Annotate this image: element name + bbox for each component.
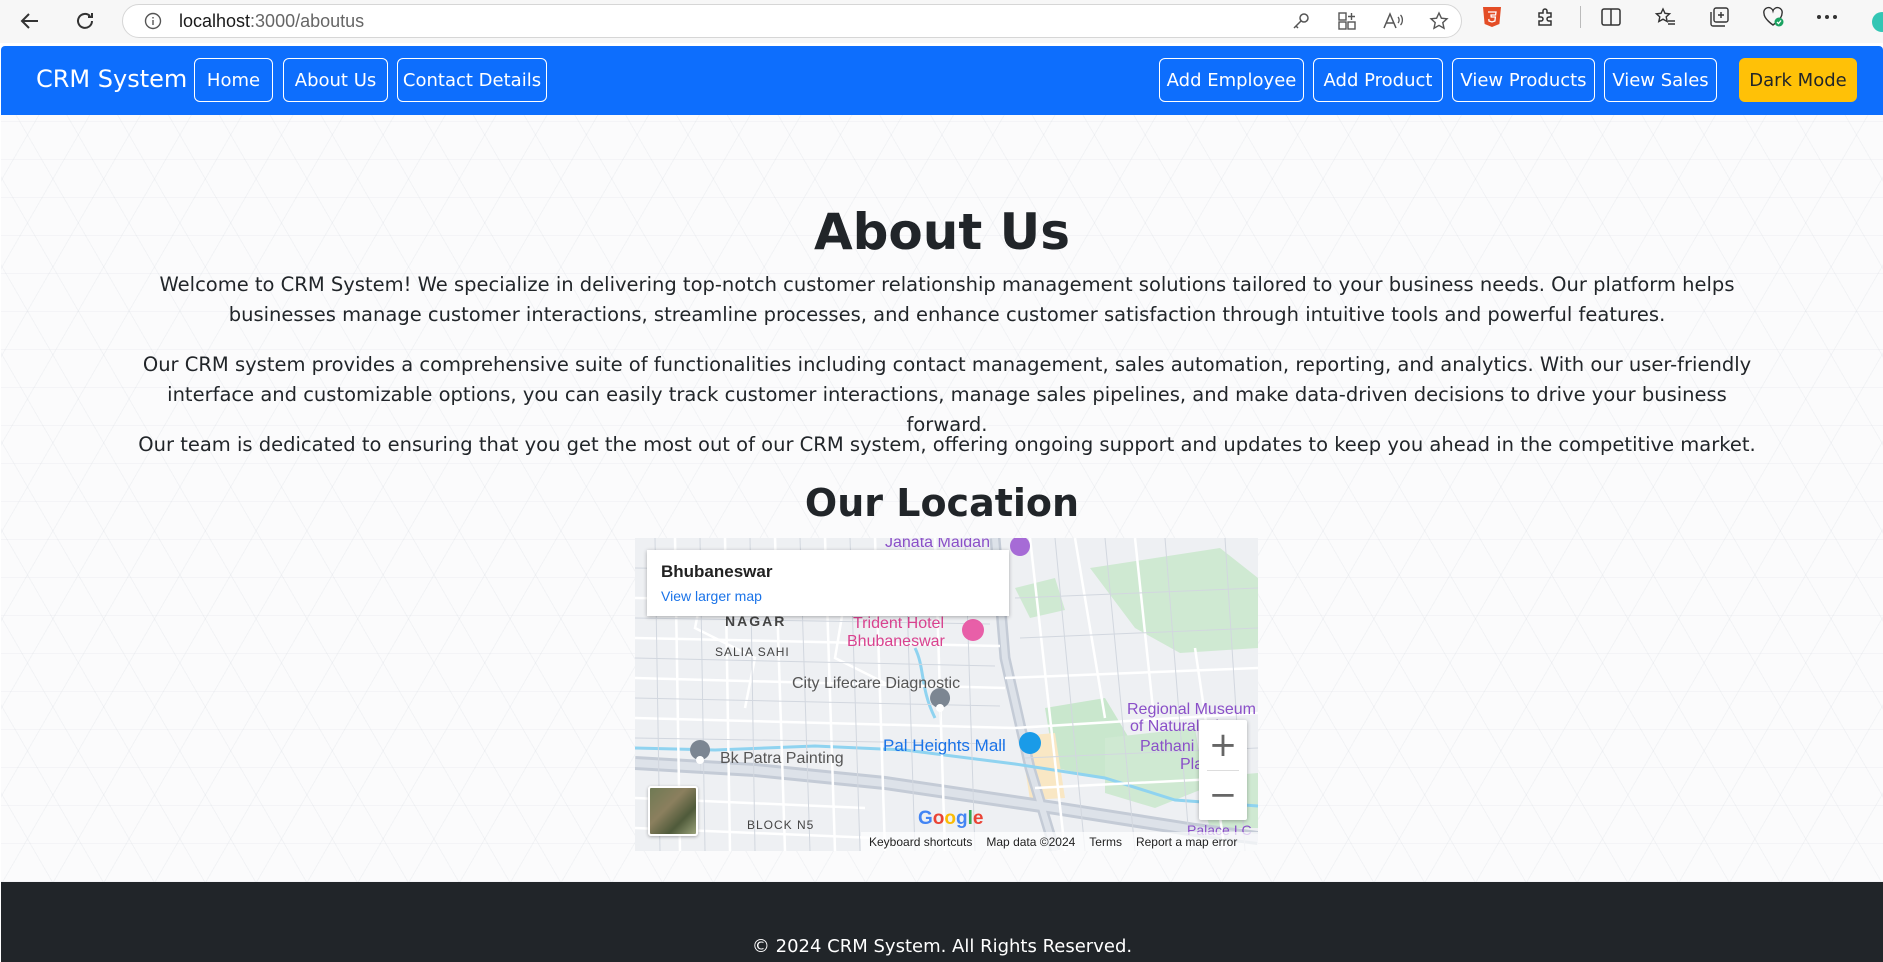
google-letter-6: e [972, 808, 984, 829]
about-paragraph-1: Welcome to CRM System! We specialize in … [159, 273, 1735, 326]
address-bar[interactable]: localhost:3000/aboutus [122, 4, 1462, 38]
map-label-block-n5: BLOCK N5 [747, 818, 815, 832]
google-letter-2: o [932, 808, 945, 829]
about-paragraph-3: Our team is dedicated to ensuring that y… [138, 433, 1756, 456]
back-icon[interactable] [10, 1, 50, 41]
map-label-trident-2: Bhubaneswar [847, 633, 945, 650]
key-icon[interactable] [1289, 9, 1313, 33]
nav-contact-details-button[interactable]: Contact Details [397, 58, 547, 102]
view-larger-map-link[interactable]: View larger map [661, 588, 762, 604]
map-place-card: Bhubaneswar View larger map [647, 550, 1009, 616]
nav-view-sales-button[interactable]: View Sales [1604, 58, 1717, 102]
map-attribution-bar: Keyboard shortcuts Map data ©2024 Terms … [861, 832, 1258, 851]
browser-essentials-icon[interactable] [1761, 5, 1785, 29]
extensions-puzzle-icon[interactable] [1534, 5, 1558, 29]
favorites-icon[interactable] [1653, 5, 1677, 29]
about-content: About Us Welcome to CRM System! We speci… [1, 115, 1883, 882]
map-zoom-controls: + − [1199, 720, 1247, 820]
zoom-in-button[interactable]: + [1199, 720, 1247, 770]
page-title: About Us [813, 203, 1071, 261]
more-options-icon[interactable] [1815, 5, 1839, 29]
reload-icon[interactable] [65, 1, 105, 41]
nav-about-us-button[interactable]: About Us [283, 58, 388, 102]
about-paragraph-2: Our CRM system provides a comprehensive … [142, 353, 1752, 436]
navbar-brand[interactable]: CRM System [36, 65, 187, 93]
report-map-error-link[interactable]: Report a map error [1136, 835, 1237, 849]
dark-mode-button[interactable]: Dark Mode [1739, 58, 1857, 102]
navbar: CRM System Home About Us Contact Details… [1, 46, 1883, 115]
keyboard-shortcuts-link[interactable]: Keyboard shortcuts [869, 835, 972, 849]
map-label-pal-heights-mall: Pal Heights Mall [883, 736, 1006, 755]
nav-home-button[interactable]: Home [194, 58, 273, 102]
read-aloud-icon[interactable] [1381, 9, 1405, 33]
nav-add-product-button[interactable]: Add Product [1313, 58, 1443, 102]
map-label-city-lifecare: City Lifecare Diagnostic [792, 675, 961, 692]
satellite-toggle-button[interactable] [648, 786, 698, 836]
page-footer: © 2024 CRM System. All Rights Reserved. [1, 882, 1883, 962]
terms-link[interactable]: Terms [1089, 835, 1122, 849]
zoom-out-button[interactable]: − [1199, 770, 1247, 820]
html5-extension-icon[interactable] [1480, 5, 1504, 29]
url-path: :3000/aboutus [250, 10, 365, 31]
google-letter-4: g [956, 808, 968, 829]
url-host: localhost [179, 10, 251, 31]
map-label-trident-1: Trident Hotel [853, 615, 944, 632]
trident-hotel-pin [962, 619, 984, 641]
browser-toolbar: localhost:3000/aboutus [0, 0, 1883, 43]
map-label-regional-museum-1: Regional Museum [1127, 701, 1256, 718]
apps-icon[interactable] [1335, 9, 1359, 33]
favorite-star-icon[interactable] [1427, 9, 1451, 33]
nav-add-employee-button[interactable]: Add Employee [1159, 58, 1304, 102]
location-map[interactable]: Janata Maidan NAGAR SALIA SAHI Trident H… [635, 538, 1258, 851]
pal-heights-pin [1019, 732, 1041, 754]
google-letter-1: G [918, 808, 933, 829]
copilot-icon[interactable] [1872, 12, 1883, 32]
footer-copyright: © 2024 CRM System. All Rights Reserved. [751, 936, 1133, 957]
map-place-name: Bhubaneswar [661, 562, 773, 581]
google-letter-3: o [944, 808, 956, 829]
google-logo: Google [918, 808, 983, 830]
url-text: localhost:3000/aboutus [179, 11, 364, 32]
collections-icon[interactable] [1707, 5, 1731, 29]
info-icon[interactable] [141, 9, 165, 33]
map-label-bk-patra: Bk Patra Painting [720, 750, 844, 767]
location-title: Our Location [804, 481, 1080, 525]
map-label-salia-sahi: SALIA SAHI [715, 645, 790, 659]
map-data-text: Map data ©2024 [986, 834, 1076, 849]
nav-view-products-button[interactable]: View Products [1452, 58, 1595, 102]
split-screen-icon[interactable] [1599, 5, 1623, 29]
